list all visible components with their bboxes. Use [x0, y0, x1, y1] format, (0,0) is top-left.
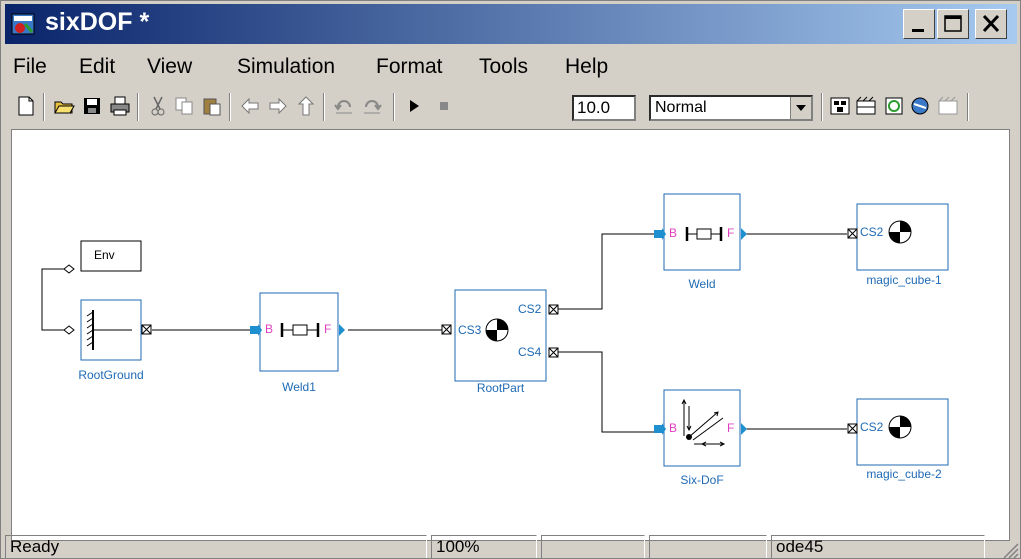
toolbar: 10.0 Normal [5, 87, 1017, 127]
simulink-app-icon [11, 13, 35, 35]
cube2-port-cs2: CS2 [860, 420, 884, 434]
status-cell-empty [649, 535, 767, 558]
menu-bar: File Edit View Simulation Format Tools H… [5, 50, 1017, 84]
env-connection[interactable] [41, 268, 64, 331]
magic-cube-1-label: magic_cube-1 [866, 273, 942, 287]
menu-help[interactable]: Help [565, 55, 608, 79]
cut-icon[interactable] [147, 95, 169, 117]
status-cell-empty [541, 535, 645, 558]
weld1-port-f: F [324, 322, 332, 336]
toolbar-separator [43, 93, 45, 121]
sixdof-port-f: F [727, 421, 735, 435]
weld1-label: Weld1 [282, 380, 316, 394]
toolbar-separator [229, 93, 231, 121]
toolbar-separator [137, 93, 139, 121]
menu-simulation[interactable]: Simulation [237, 55, 335, 79]
root-ground-block[interactable] [63, 299, 152, 361]
simulink-window: sixDOF * File Edit View Simulation Forma… [0, 0, 1021, 559]
sixdof-port-b: B [669, 421, 678, 435]
menu-edit[interactable]: Edit [79, 55, 115, 79]
rootpart-to-weld-line[interactable] [558, 233, 654, 310]
zoom-level: 100% [431, 535, 537, 558]
menu-format[interactable]: Format [376, 55, 443, 79]
redo-icon[interactable] [361, 95, 383, 117]
root-part-label: RootPart [476, 381, 525, 395]
six-dof-label: Six-DoF [680, 473, 724, 487]
library-browser-icon[interactable] [855, 95, 877, 117]
toolbar-separator [821, 93, 823, 121]
status-bar: Ready 100% ode45 [1, 535, 1020, 559]
undo-icon[interactable] [333, 95, 355, 117]
chevron-down-icon [796, 105, 806, 111]
close-icon [982, 14, 1000, 33]
window-title: sixDOF * [45, 8, 150, 36]
print-icon[interactable] [109, 95, 131, 117]
rootpart-port-cs3: CS3 [458, 323, 482, 337]
env-label: Env [94, 248, 115, 262]
forward-arrow-icon[interactable] [267, 95, 289, 117]
resize-grip-icon[interactable] [1001, 541, 1019, 559]
weld1-port-b: B [265, 322, 274, 336]
update-diagram-icon[interactable] [883, 95, 905, 117]
maximize-button[interactable] [937, 9, 969, 39]
dropdown-button[interactable] [790, 97, 811, 119]
stop-icon[interactable] [433, 95, 455, 117]
toolbar-separator [967, 93, 969, 121]
title-bar[interactable]: sixDOF * [5, 4, 1017, 44]
save-icon[interactable] [81, 95, 103, 117]
debug-icon[interactable] [937, 95, 959, 117]
toolbar-separator [323, 93, 325, 121]
up-arrow-icon[interactable] [295, 95, 317, 117]
weld-port-b: B [669, 226, 678, 240]
menu-tools[interactable]: Tools [479, 55, 528, 79]
solver-name: ode45 [771, 535, 985, 558]
close-button[interactable] [975, 9, 1007, 39]
new-model-icon[interactable] [15, 95, 37, 117]
model-explorer-icon[interactable] [909, 95, 931, 117]
back-arrow-icon[interactable] [239, 95, 261, 117]
maximize-icon [944, 15, 962, 32]
stop-time-input[interactable]: 10.0 [572, 95, 636, 121]
simulation-mode-value: Normal [655, 99, 707, 116]
root-ground-label: RootGround [78, 368, 144, 382]
build-icon[interactable] [829, 95, 851, 117]
open-folder-icon[interactable] [53, 95, 75, 117]
menu-view[interactable]: View [147, 55, 192, 79]
rootpart-to-sixdof-line[interactable] [558, 351, 654, 433]
simulation-mode-select[interactable]: Normal [649, 95, 813, 121]
rootpart-port-cs2: CS2 [518, 302, 542, 316]
weld-port-f: F [727, 226, 735, 240]
menu-file[interactable]: File [13, 55, 47, 79]
paste-icon[interactable] [201, 95, 223, 117]
minimize-icon [912, 29, 924, 32]
minimize-button[interactable] [903, 9, 935, 39]
model-canvas[interactable]: Env RootGround B F Weld1 CS3 CS2 CS4 Roo… [11, 129, 1010, 541]
cube1-port-cs2: CS2 [860, 225, 884, 239]
toolbar-separator [393, 93, 395, 121]
play-icon[interactable] [403, 95, 425, 117]
status-text: Ready [5, 535, 427, 558]
magic-cube-2-label: magic_cube-2 [866, 467, 942, 481]
weld-label: Weld [688, 277, 716, 291]
copy-icon[interactable] [173, 95, 195, 117]
rootpart-port-cs4: CS4 [518, 345, 542, 359]
